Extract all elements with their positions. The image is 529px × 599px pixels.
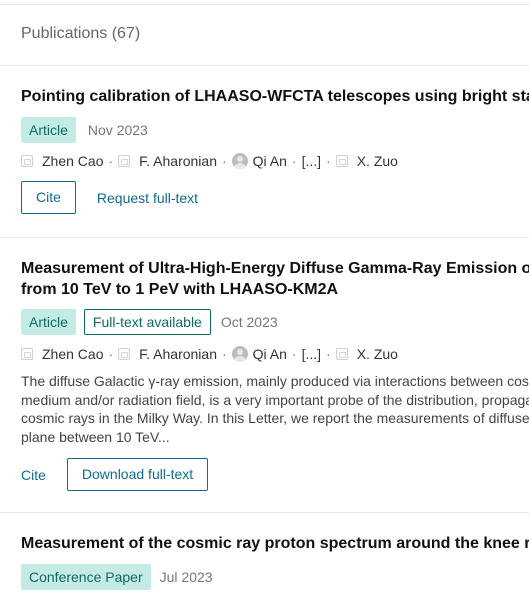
- author-name: Zhen Cao: [42, 153, 104, 169]
- publication-date: Oct 2023: [220, 314, 278, 330]
- author-name: Zhen Cao: [42, 346, 104, 362]
- divider: [0, 237, 529, 238]
- request-full-text-button[interactable]: Request full-text: [97, 190, 198, 206]
- author-link[interactable]: Qi An: [231, 346, 287, 362]
- author-list: Zhen Cao · F. Aharonian · Qi An · [...] …: [21, 153, 529, 169]
- separator: ·: [108, 346, 114, 362]
- author-list: Zhen Cao · F. Aharonian · Qi An · [...] …: [21, 346, 529, 362]
- author-placeholder-icon: [335, 348, 348, 360]
- abstract-line: medium and/or radiation field, is a very…: [21, 391, 529, 408]
- author-name: Qi An: [252, 346, 287, 362]
- separator: ·: [222, 153, 227, 169]
- cite-button[interactable]: Cite: [21, 467, 46, 483]
- publication-meta: Article Full-text available Oct 2023: [21, 309, 529, 335]
- author-placeholder-icon: [118, 348, 131, 360]
- publication-meta: Article Nov 2023: [21, 117, 529, 143]
- section-title: Publications (67): [21, 25, 141, 42]
- divider: [0, 65, 529, 66]
- author-link[interactable]: Qi An: [231, 153, 287, 169]
- separator: ·: [326, 346, 331, 362]
- publication-item: Measurement of Ultra-High-Energy Diffuse…: [21, 258, 529, 491]
- author-link[interactable]: Zhen Cao: [21, 153, 103, 169]
- separator: ·: [326, 153, 331, 169]
- publication-actions: Cite Request full-text: [21, 181, 529, 214]
- author-link[interactable]: F. Aharonian: [118, 346, 217, 362]
- author-name: Qi An: [252, 153, 287, 169]
- divider: [0, 512, 529, 513]
- publication-date: Nov 2023: [87, 122, 148, 138]
- download-full-text-button[interactable]: Download full-text: [66, 458, 209, 491]
- author-link[interactable]: X. Zuo: [335, 346, 398, 362]
- publication-title-link-line-2[interactable]: from 10 TeV to 1 PeV with LHAASO-KM2A: [21, 279, 529, 300]
- publication-date: Jul 2023: [159, 569, 213, 585]
- top-divider: [0, 4, 529, 5]
- separator: ·: [108, 153, 114, 169]
- author-placeholder-icon: [21, 348, 33, 360]
- author-placeholder-icon: [118, 155, 131, 167]
- author-link[interactable]: Zhen Cao: [21, 346, 103, 362]
- separator: ·: [222, 346, 227, 362]
- publication-title-link[interactable]: Measurement of the cosmic ray proton spe…: [21, 533, 529, 554]
- separator: ·: [291, 153, 297, 169]
- author-link[interactable]: X. Zuo: [335, 153, 398, 169]
- publication-item: Pointing calibration of LHAASO-WFCTA tel…: [21, 86, 529, 214]
- publication-actions: Cite Download full-text: [21, 458, 529, 491]
- author-placeholder-icon: [335, 155, 348, 167]
- abstract-line: plane between 10 TeV...: [21, 428, 170, 445]
- author-avatar-icon: [231, 153, 248, 169]
- author-name: F. Aharonian: [139, 346, 217, 362]
- abstract-line: The diffuse Galactic γ-ray emission, mai…: [21, 373, 529, 389]
- abstract: The diffuse Galactic γ-ray emission, mai…: [21, 372, 529, 446]
- author-placeholder-icon: [21, 155, 33, 167]
- publication-title-link[interactable]: Measurement of Ultra-High-Energy Diffuse…: [21, 258, 529, 279]
- author-avatar-icon: [231, 346, 248, 362]
- cite-button[interactable]: Cite: [21, 181, 76, 214]
- more-authors-link[interactable]: [...]: [302, 153, 321, 169]
- author-name: X. Zuo: [356, 346, 398, 362]
- author-name: X. Zuo: [356, 153, 398, 169]
- publication-title-link[interactable]: Pointing calibration of LHAASO-WFCTA tel…: [21, 86, 529, 107]
- type-badge: Conference Paper: [21, 564, 151, 590]
- author-link[interactable]: F. Aharonian: [118, 153, 217, 169]
- abstract-line: cosmic rays in the Milky Way. In this Le…: [21, 410, 529, 426]
- publication-meta: Conference Paper Jul 2023: [21, 564, 529, 590]
- author-name: F. Aharonian: [139, 153, 217, 169]
- full-text-available-badge: Full-text available: [83, 309, 211, 335]
- type-badge: Article: [21, 117, 76, 143]
- separator: ·: [291, 346, 297, 362]
- type-badge: Article: [21, 309, 76, 335]
- more-authors-link[interactable]: [...]: [302, 346, 321, 362]
- publication-item: Measurement of the cosmic ray proton spe…: [21, 533, 529, 590]
